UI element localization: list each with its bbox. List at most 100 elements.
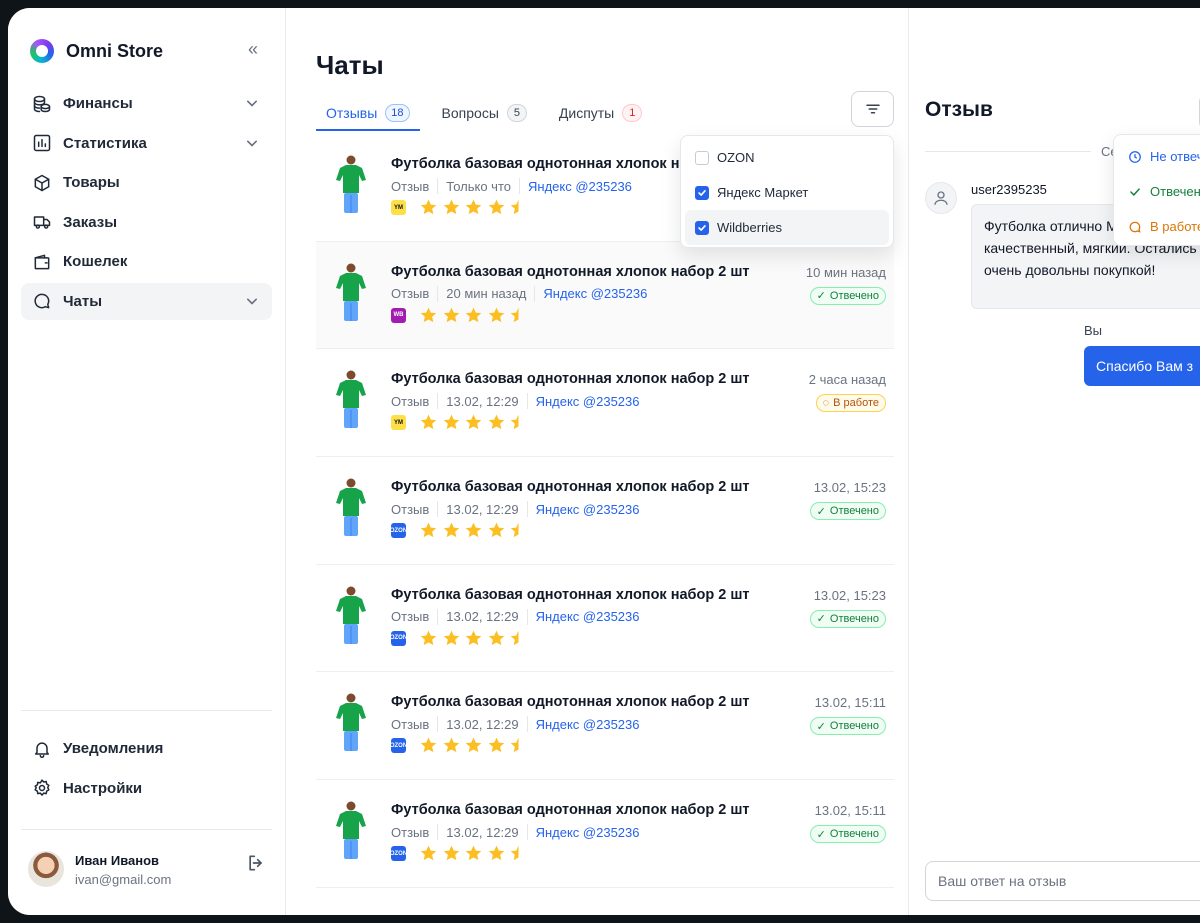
chevron-down-icon[interactable] — [242, 93, 262, 113]
filter-button[interactable] — [851, 91, 894, 127]
review-time: 13.02, 12:29 — [446, 609, 519, 625]
sidebar-item-label: Товары — [63, 174, 120, 191]
status-option[interactable]: В работе — [1118, 209, 1200, 244]
checkbox[interactable] — [695, 150, 709, 165]
review-row[interactable]: Футболка базовая однотонная хлопок набор… — [316, 672, 894, 781]
user-name: Иван Иванов — [75, 853, 160, 868]
sidebar-item-wallet[interactable]: Кошелек — [21, 243, 272, 280]
product-image — [333, 154, 369, 218]
check-icon: ✓ — [816, 505, 826, 518]
tab-label: Отзывы — [326, 105, 378, 121]
app-name: Omni Store — [66, 40, 164, 61]
sidebar-item-gear[interactable]: Настройки — [21, 770, 272, 807]
check-icon: ✓ — [816, 613, 826, 626]
divider — [526, 608, 528, 625]
page-title: Чаты — [316, 50, 384, 80]
star-icon — [420, 522, 437, 538]
product-title: Футболка базовая однотонная хлопок набор… — [391, 802, 750, 819]
status-option-label: Не отвеч — [1150, 149, 1200, 164]
collapse-sidebar-icon[interactable]: « — [242, 38, 264, 60]
box-icon — [31, 172, 53, 194]
review-meta: Отзыв 13.02, 12:29 Яндекс @235236 — [391, 716, 640, 733]
star-icon — [465, 307, 482, 322]
review-time: 13.02, 12:29 — [446, 501, 519, 517]
tab-0[interactable]: Отзывы 18 — [316, 96, 420, 131]
logo-icon — [30, 39, 54, 63]
user-profile[interactable]: Иван Иванов ivan@gmail.com — [28, 851, 268, 891]
sidebar-item-bell[interactable]: Уведомления — [21, 730, 272, 767]
divider — [526, 393, 528, 410]
tab-2[interactable]: Диспуты 1 — [549, 96, 652, 130]
star-icon — [488, 522, 504, 538]
sidebar-item-label: Уведомления — [63, 740, 164, 757]
tab-count-badge: 5 — [506, 104, 527, 122]
status-option[interactable]: Не отвеч — [1118, 139, 1200, 174]
review-row[interactable]: Футболка базовая однотонная хлопок набор… — [316, 457, 894, 565]
sidebar-item-coins[interactable]: Финансы — [21, 85, 272, 122]
store-link[interactable]: Яндекс @235236 — [536, 394, 640, 409]
store-link[interactable]: Яндекс @235236 — [536, 717, 640, 732]
review-row[interactable]: Футболка базовая однотонная хлопок набор… — [316, 564, 894, 673]
review-time: 20 мин назад — [446, 286, 527, 302]
review-meta: Отзыв 20 мин назад Яндекс @235236 — [391, 285, 647, 302]
star-icon — [420, 199, 437, 215]
sidebar-item-chart[interactable]: Статистика — [21, 125, 272, 162]
divider — [437, 608, 439, 625]
sidebar-item-label: Финансы — [63, 95, 133, 112]
tab-label: Вопросы — [441, 105, 499, 121]
store-link[interactable]: Яндекс @235236 — [543, 286, 647, 301]
review-type: Отзыв — [391, 609, 430, 625]
review-author: user2395235 — [971, 182, 1047, 197]
rating: YM — [391, 413, 532, 432]
sidebar-item-chat[interactable]: Чаты — [21, 282, 272, 320]
star-icon — [510, 414, 519, 430]
product-image — [333, 692, 369, 756]
rating: OZON — [390, 521, 532, 540]
review-row[interactable]: Футболка базовая однотонная хлопок набор… — [316, 241, 894, 350]
checkbox[interactable] — [695, 185, 709, 200]
reply-message: Спасибо Вам з — [1084, 346, 1200, 386]
star-icon — [465, 414, 482, 430]
coins-icon — [31, 93, 53, 115]
checkbox[interactable] — [695, 220, 709, 235]
tabs: Отзывы 18 Вопросы 5 Диспуты 1 — [316, 96, 664, 132]
marketplace-icon: OZON — [390, 523, 407, 539]
received-time: 13.02, 15:11 — [814, 803, 886, 819]
status-option[interactable]: Отвечен — [1118, 174, 1200, 209]
star-icon — [510, 845, 519, 861]
star-icon — [443, 738, 459, 753]
received-time: 13.02, 15:23 — [813, 587, 886, 603]
divider — [526, 824, 528, 841]
you-label: Вы — [1084, 323, 1103, 338]
filter-option-label: Wildberries — [717, 220, 783, 235]
review-row[interactable]: Футболка базовая однотонная хлопок набор… — [316, 349, 894, 458]
review-row[interactable]: Футболка базовая однотонная хлопок набор… — [316, 780, 894, 888]
tab-1[interactable]: Вопросы 5 — [432, 96, 537, 130]
filter-option[interactable]: Яндекс Маркет — [685, 175, 889, 210]
sidebar-item-box[interactable]: Товары — [21, 164, 272, 201]
received-time: 2 часа назад — [808, 372, 886, 388]
logout-icon[interactable] — [246, 853, 266, 873]
review-time: 13.02, 12:29 — [446, 824, 519, 840]
status-label: В работе — [833, 397, 879, 410]
store-link[interactable]: Яндекс @235236 — [536, 609, 640, 624]
marketplace-icon: OZON — [390, 846, 407, 862]
bell-icon — [31, 738, 53, 760]
brand[interactable]: Omni Store — [30, 38, 163, 64]
product-title: Футболка базовая однотонная хлопок набор… — [391, 371, 750, 388]
chevron-down-icon[interactable] — [242, 291, 262, 311]
chevron-down-icon[interactable] — [242, 133, 262, 153]
filter-option[interactable]: OZON — [685, 140, 889, 175]
store-link[interactable]: Яндекс @235236 — [536, 502, 640, 517]
filter-option[interactable]: Wildberries — [685, 210, 889, 245]
store-link[interactable]: Яндекс @235236 — [528, 179, 632, 194]
reply-input[interactable] — [925, 861, 1200, 901]
product-title: Футболка базовая однотонная хлопок набор… — [391, 586, 750, 603]
review-meta: Отзыв 13.02, 12:29 Яндекс @235236 — [391, 824, 640, 841]
review-type: Отзыв — [391, 501, 430, 517]
sidebar-item-truck[interactable]: Заказы — [21, 204, 272, 241]
message-icon: ◌ — [822, 397, 830, 410]
status-badge: ✓ Отвечено — [809, 717, 886, 736]
store-link[interactable]: Яндекс @235236 — [536, 825, 640, 840]
divider — [534, 285, 536, 302]
